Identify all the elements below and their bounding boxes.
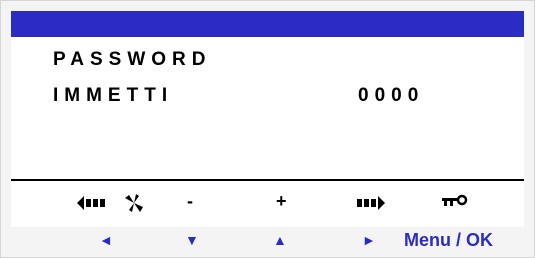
- key-icon[interactable]: [442, 194, 472, 215]
- softkey-row: - +: [11, 187, 524, 223]
- softkey-divider: [11, 179, 524, 181]
- nav-right-button[interactable]: ►: [362, 232, 376, 248]
- minus-softkey[interactable]: -: [187, 191, 193, 212]
- plus-softkey[interactable]: +: [276, 191, 287, 212]
- title-bar: [11, 11, 524, 37]
- device-frame: PASSWORD IMMETTI 0000 - + ◄ ▼ ▲ ► Menu /…: [0, 0, 535, 258]
- navigation-bar: ◄ ▼ ▲ ► Menu / OK: [1, 227, 535, 257]
- password-label: PASSWORD: [53, 49, 212, 70]
- arrow-left-bars-icon[interactable]: [77, 194, 113, 217]
- enter-label: IMMETTI: [53, 85, 174, 106]
- lcd-screen: PASSWORD IMMETTI 0000 - +: [11, 11, 524, 227]
- arrow-right-bars-icon[interactable]: [357, 194, 393, 217]
- nav-down-button[interactable]: ▼: [185, 232, 199, 248]
- nav-left-button[interactable]: ◄: [99, 232, 113, 248]
- pin-value[interactable]: 0000: [358, 85, 424, 107]
- nav-up-button[interactable]: ▲: [273, 232, 287, 248]
- menu-ok-button[interactable]: Menu / OK: [404, 230, 493, 251]
- fan-icon[interactable]: [123, 192, 147, 219]
